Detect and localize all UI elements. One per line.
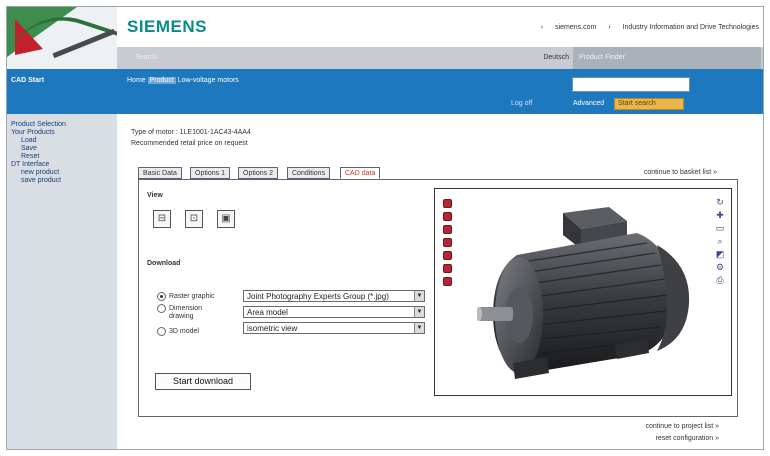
model-select[interactable]: Area model ▼ <box>243 306 425 318</box>
top-links: › siemens.com › Industry Information and… <box>531 24 759 31</box>
settings-icon[interactable]: ⚙ <box>715 262 725 272</box>
iso-view-icon[interactable]: ▣ <box>217 210 235 228</box>
language-link[interactable]: Deutsch <box>543 54 569 61</box>
chevron-down-icon: ▼ <box>414 307 424 317</box>
nav-save[interactable]: Save <box>11 145 113 153</box>
cad-start-label: CAD Start <box>11 77 45 84</box>
chevron-down-icon: ▼ <box>414 291 424 301</box>
red-tool-2-icon[interactable] <box>443 212 452 221</box>
side-view-icon[interactable]: ⊡ <box>185 210 203 228</box>
download-label: Download <box>147 260 181 267</box>
zoom-icon[interactable]: ⌕ <box>715 236 725 246</box>
nav-new-product[interactable]: new product <box>11 169 113 177</box>
nav-reset[interactable]: Reset <box>11 153 113 161</box>
nav-dt-interface[interactable]: DT Interface <box>11 161 113 169</box>
nav-product-selection[interactable]: Product Selection <box>11 121 113 129</box>
left-blue-block: CAD Start <box>7 69 117 114</box>
grey-bar: Search Deutsch Product Finder <box>117 47 763 69</box>
view-label: View <box>147 192 163 199</box>
graphic-banner <box>7 7 117 69</box>
reset-configuration-link[interactable]: reset configuration » <box>656 435 719 442</box>
3d-viewer[interactable]: ↻ ✚ ▭ ⌕ ◩ ⚙ ⎙ <box>434 188 732 396</box>
product-finder-box[interactable]: Product Finder <box>573 47 761 69</box>
view-select[interactable]: isometric view ▼ <box>243 322 425 334</box>
rotate-icon[interactable]: ◩ <box>715 249 725 259</box>
logout-link[interactable]: Log off <box>511 100 532 107</box>
nav-save-product[interactable]: save product <box>11 177 113 185</box>
red-tool-5-icon[interactable] <box>443 251 452 260</box>
continue-project-link[interactable]: continue to project list » <box>645 423 719 430</box>
red-tool-4-icon[interactable] <box>443 238 452 247</box>
page-frame: CAD Start Product Selection Your Product… <box>6 6 764 450</box>
siemens-logo[interactable]: SIEMENS <box>127 17 207 37</box>
raster-graphic-radio[interactable] <box>157 292 166 301</box>
blue-bar: Home Product Low-voltage motors Log off … <box>117 69 763 114</box>
window-icon[interactable]: ▭ <box>715 223 725 233</box>
advanced-search-link[interactable]: Advanced <box>573 100 604 107</box>
tab-cad-data[interactable]: CAD data <box>340 167 381 179</box>
left-column: CAD Start Product Selection Your Product… <box>7 7 117 449</box>
start-download-button[interactable]: Start download <box>155 373 251 390</box>
tab-basic-data[interactable]: Basic Data <box>138 167 182 179</box>
dimension-drawing-label: Dimension drawing <box>169 305 203 320</box>
search-input[interactable] <box>572 77 690 92</box>
red-tool-7-icon[interactable] <box>443 277 452 286</box>
print-icon[interactable]: ⎙ <box>715 275 725 285</box>
motor-model <box>477 207 690 379</box>
cad-data-pane: View ⊟ ⊡ ▣ Download Raster graphic Dimen… <box>138 179 738 417</box>
grey-bar-search-text: Search <box>135 54 158 61</box>
motor-type-text: Type of motor : 1LE1001-1AC43-4AA4 <box>131 129 251 136</box>
tab-options-1[interactable]: Options 1 <box>190 167 230 179</box>
tab-conditions[interactable]: Conditions <box>287 167 331 179</box>
3d-model-radio[interactable] <box>157 327 166 336</box>
continue-basket-link[interactable]: continue to basket list » <box>644 169 717 176</box>
breadcrumb-product[interactable]: Product <box>147 77 176 84</box>
red-tool-3-icon[interactable] <box>443 225 452 234</box>
format-select[interactable]: Joint Photography Experts Group (*.jpg) ▼ <box>243 290 425 302</box>
tab-options-2[interactable]: Options 2 <box>238 167 278 179</box>
raster-graphic-label: Raster graphic <box>169 293 215 300</box>
plus-icon[interactable]: ✚ <box>715 210 725 220</box>
nav-your-products[interactable]: Your Products <box>11 129 113 137</box>
product-info: Type of motor : 1LE1001-1AC43-4AA4 Recom… <box>131 127 251 149</box>
siemens-com-link[interactable]: › siemens.com <box>541 24 597 31</box>
dimension-drawing-radio[interactable] <box>157 304 166 313</box>
recommended-price-text: Recommended retail price on request <box>131 140 248 147</box>
red-tool-6-icon[interactable] <box>443 264 452 273</box>
3d-model-label: 3D model <box>169 328 199 335</box>
side-nav: Product Selection Your Products Load Sav… <box>11 121 113 185</box>
front-view-icon[interactable]: ⊟ <box>153 210 171 228</box>
breadcrumb-tail[interactable]: Low-voltage motors <box>178 77 239 84</box>
breadcrumb-home[interactable]: Home <box>127 77 146 84</box>
industry-link[interactable]: › Industry Information and Drive Technol… <box>608 24 759 31</box>
refresh-icon[interactable]: ↻ <box>715 197 725 207</box>
red-tool-1-icon[interactable] <box>443 199 452 208</box>
nav-load[interactable]: Load <box>11 137 113 145</box>
breadcrumb: Home Product Low-voltage motors <box>127 77 239 84</box>
search-button[interactable]: Start search <box>614 98 684 110</box>
chevron-down-icon: ▼ <box>414 323 424 333</box>
